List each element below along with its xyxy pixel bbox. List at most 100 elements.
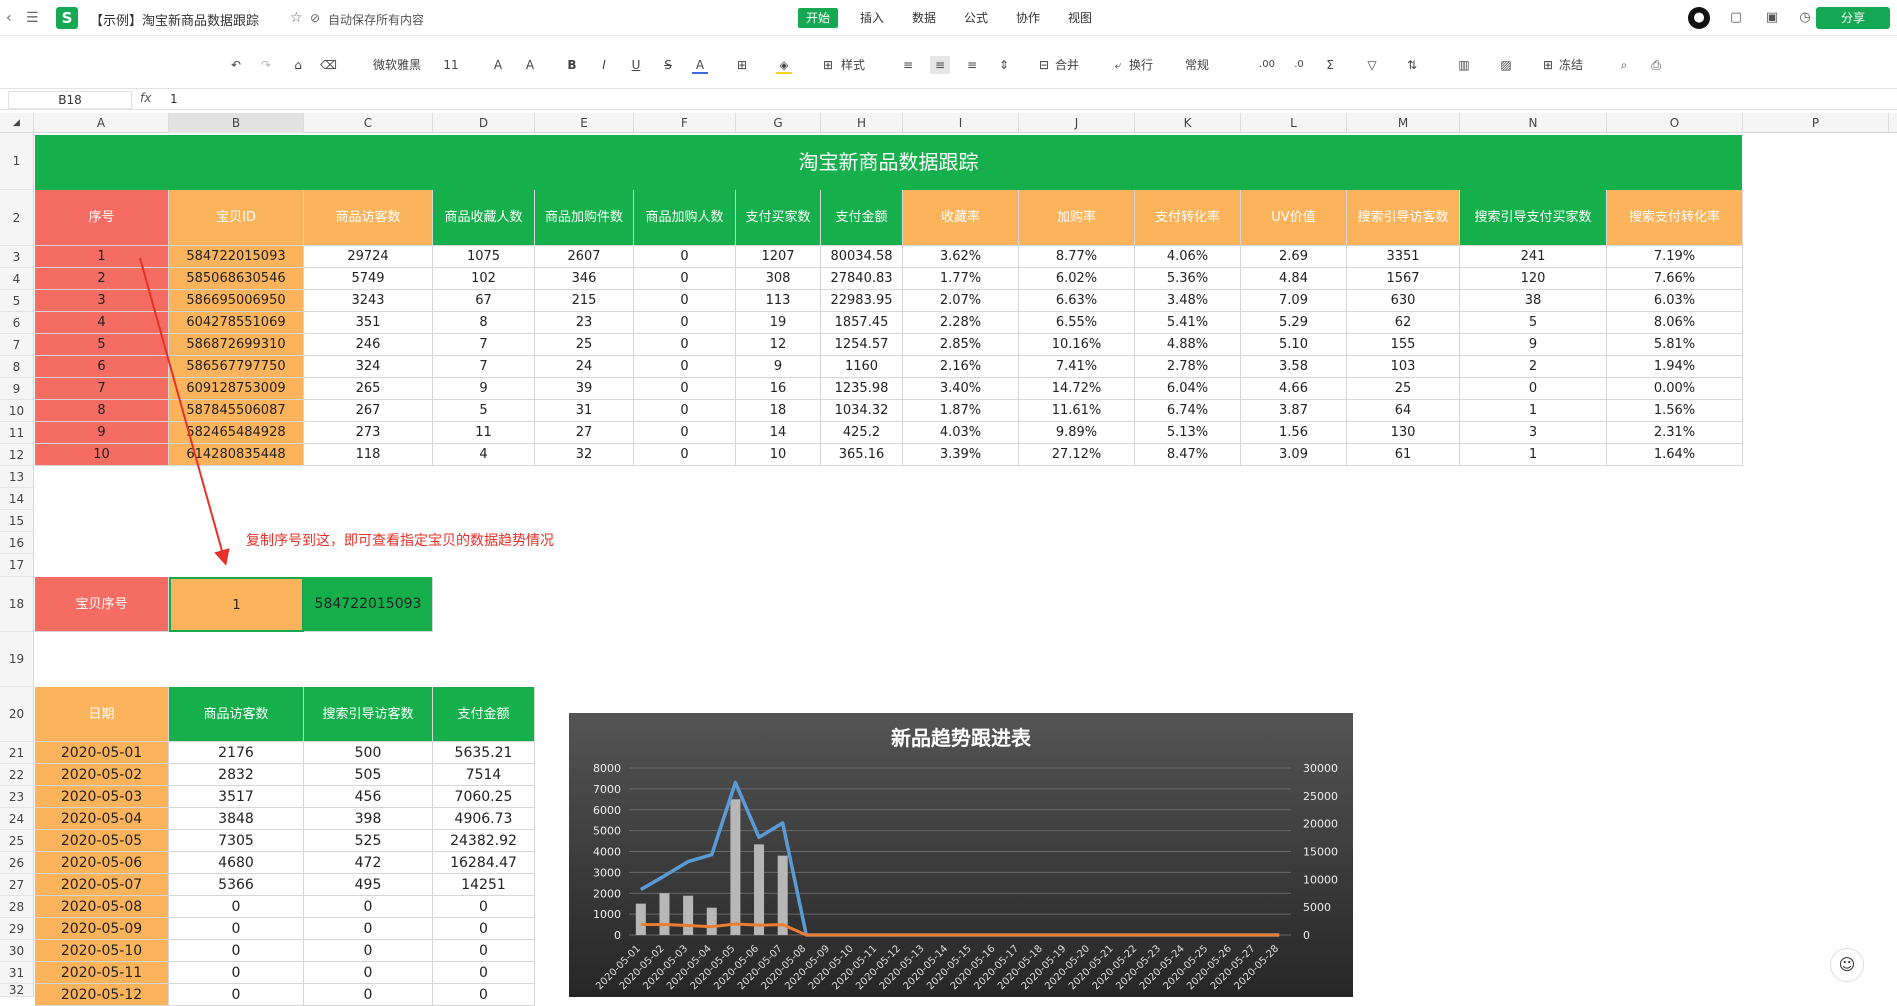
col-header-m[interactable]: M <box>1347 113 1460 133</box>
row-header[interactable]: 22 <box>0 764 34 786</box>
table-cell[interactable]: 6.63% <box>1019 290 1135 312</box>
clear-format-icon[interactable]: ⌫ <box>320 56 337 74</box>
table-cell[interactable]: 346 <box>535 268 634 290</box>
row-header[interactable]: 19 <box>0 632 34 687</box>
table-cell[interactable]: 120 <box>1460 268 1607 290</box>
table-cell[interactable]: 4.66 <box>1241 378 1347 400</box>
col-header-p[interactable]: P <box>1743 113 1889 133</box>
table-cell[interactable]: 118 <box>304 444 433 466</box>
trend-cell[interactable]: 472 <box>304 852 433 874</box>
table-cell[interactable]: 4.06% <box>1135 246 1241 268</box>
col-header-n[interactable]: N <box>1460 113 1607 133</box>
row-header[interactable]: 25 <box>0 830 34 852</box>
table-cell[interactable]: 0 <box>634 290 736 312</box>
col-header-i[interactable]: I <box>903 113 1019 133</box>
row-header[interactable]: 12 <box>0 444 34 466</box>
table-cell[interactable]: 19 <box>736 312 821 334</box>
col-header-d[interactable]: D <box>433 113 535 133</box>
table-cell[interactable]: 25 <box>1347 378 1460 400</box>
table-cell[interactable]: 273 <box>304 422 433 444</box>
table-cell[interactable]: 3.58 <box>1241 356 1347 378</box>
trend-cell[interactable]: 505 <box>304 764 433 786</box>
table-cell[interactable]: 4.88% <box>1135 334 1241 356</box>
table-cell[interactable]: 0 <box>634 246 736 268</box>
fill-color-icon[interactable]: ◈ <box>776 56 792 74</box>
table-cell[interactable]: 7 <box>433 334 535 356</box>
trend-cell[interactable]: 456 <box>304 786 433 808</box>
table-cell[interactable]: 267 <box>304 400 433 422</box>
table-cell[interactable]: 1.56% <box>1607 400 1743 422</box>
table-cell[interactable]: 12 <box>736 334 821 356</box>
table-cell[interactable]: 10.16% <box>1019 334 1135 356</box>
trend-cell[interactable]: 0 <box>433 940 535 962</box>
trend-cell[interactable]: 2020-05-01 <box>35 742 169 764</box>
col-header-l[interactable]: L <box>1241 113 1347 133</box>
table-cell[interactable]: 8.06% <box>1607 312 1743 334</box>
row-header[interactable]: 13 <box>0 466 34 488</box>
table-cell[interactable]: 6.74% <box>1135 400 1241 422</box>
row-header[interactable]: 18 <box>0 577 34 632</box>
col-header-c[interactable]: C <box>304 113 433 133</box>
table-cell[interactable]: 16 <box>736 378 821 400</box>
bold-icon[interactable]: B <box>564 56 580 74</box>
row-header[interactable]: 7 <box>0 334 34 356</box>
table-cell[interactable]: 1.87% <box>903 400 1019 422</box>
trend-cell[interactable]: 2176 <box>169 742 304 764</box>
trend-cell[interactable]: 0 <box>304 896 433 918</box>
table-cell[interactable]: 39 <box>535 378 634 400</box>
table-cell[interactable]: 27 <box>535 422 634 444</box>
trend-cell[interactable]: 2020-05-03 <box>35 786 169 808</box>
row-header[interactable]: 24 <box>0 808 34 830</box>
table-cell[interactable]: 3.09 <box>1241 444 1347 466</box>
table-cell[interactable]: 5.81% <box>1607 334 1743 356</box>
row-header[interactable]: 20 <box>0 687 34 742</box>
trend-cell[interactable]: 7305 <box>169 830 304 852</box>
col-header-g[interactable]: G <box>736 113 821 133</box>
row-header[interactable]: 27 <box>0 874 34 896</box>
table-cell[interactable]: 2.78% <box>1135 356 1241 378</box>
trend-cell[interactable]: 2020-05-10 <box>35 940 169 962</box>
menu-view[interactable]: 视图 <box>1060 8 1100 28</box>
decrease-decimal-button[interactable]: .0 <box>1290 56 1308 74</box>
trend-cell[interactable]: 495 <box>304 874 433 896</box>
table-cell[interactable]: 1.77% <box>903 268 1019 290</box>
underline-icon[interactable]: U <box>628 56 644 74</box>
row-header[interactable]: 17 <box>0 554 34 577</box>
trend-cell[interactable]: 2020-05-11 <box>35 962 169 984</box>
trend-cell[interactable]: 2020-05-04 <box>35 808 169 830</box>
table-cell[interactable]: 29724 <box>304 246 433 268</box>
trend-cell[interactable]: 3517 <box>169 786 304 808</box>
doc-title[interactable]: 【示例】淘宝新商品数据跟踪 <box>90 10 259 29</box>
table-cell[interactable]: 265 <box>304 378 433 400</box>
table-cell[interactable]: 2607 <box>535 246 634 268</box>
row-header[interactable]: 4 <box>0 268 34 290</box>
menu-formula[interactable]: 公式 <box>956 8 996 28</box>
row-header[interactable]: 28 <box>0 896 34 918</box>
table-cell[interactable]: 7.41% <box>1019 356 1135 378</box>
table-cell[interactable]: 246 <box>304 334 433 356</box>
font-shrink-icon[interactable]: A <box>522 56 538 74</box>
trend-cell[interactable]: 398 <box>304 808 433 830</box>
trend-cell[interactable]: 16284.47 <box>433 852 535 874</box>
align-right-icon[interactable]: ≡ <box>964 56 980 74</box>
row-header[interactable]: 23 <box>0 786 34 808</box>
trend-cell[interactable]: 0 <box>169 940 304 962</box>
table-cell[interactable]: 5 <box>1460 312 1607 334</box>
table-cell[interactable]: 6.55% <box>1019 312 1135 334</box>
row-header[interactable]: 11 <box>0 422 34 444</box>
table-cell[interactable]: 6.03% <box>1607 290 1743 312</box>
table-cell[interactable]: 14 <box>736 422 821 444</box>
row-header[interactable]: 8 <box>0 356 34 378</box>
align-left-icon[interactable]: ≡ <box>900 56 916 74</box>
table-cell[interactable]: 1857.45 <box>821 312 903 334</box>
table-cell[interactable]: 8.77% <box>1019 246 1135 268</box>
col-header-h[interactable]: H <box>821 113 903 133</box>
table-cell[interactable]: 4.84 <box>1241 268 1347 290</box>
trend-cell[interactable]: 14251 <box>433 874 535 896</box>
trend-cell[interactable]: 2020-05-08 <box>35 896 169 918</box>
trend-cell[interactable]: 2020-05-07 <box>35 874 169 896</box>
style-icon[interactable]: ⊞ <box>820 56 836 74</box>
strikethrough-icon[interactable]: S <box>660 56 676 74</box>
table-cell[interactable]: 1034.32 <box>821 400 903 422</box>
col-header-f[interactable]: F <box>634 113 736 133</box>
